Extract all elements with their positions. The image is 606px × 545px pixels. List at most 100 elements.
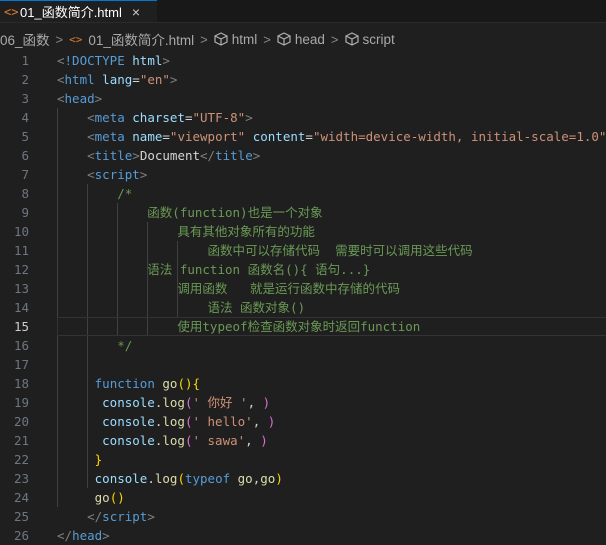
code-token: > bbox=[162, 53, 170, 68]
line-number: 2 bbox=[21, 72, 29, 87]
code-token: log bbox=[154, 471, 178, 486]
line-number: 12 bbox=[13, 262, 29, 277]
code-token: > bbox=[252, 148, 261, 163]
code-token: ) bbox=[260, 433, 268, 448]
breadcrumb-file[interactable]: <> 01_函数简介.html bbox=[69, 29, 194, 49]
code-token: > bbox=[245, 110, 253, 125]
code-token: "viewport" bbox=[169, 129, 246, 144]
code-line[interactable]: 24 go() bbox=[0, 488, 606, 507]
code-line[interactable]: 14 语法 函数对象() bbox=[0, 298, 606, 317]
code-token: console bbox=[102, 414, 155, 429]
code-line[interactable]: 12 语法 function 函数名(){ 语句...} bbox=[0, 260, 606, 279]
breadcrumb-head[interactable]: head bbox=[277, 32, 325, 47]
close-icon[interactable]: × bbox=[132, 4, 140, 20]
code-line[interactable]: 7 <script> bbox=[0, 165, 606, 184]
code-text: console.log(' sawa', ) bbox=[57, 431, 268, 450]
breadcrumb-html[interactable]: html bbox=[214, 31, 258, 47]
editor-tab-active[interactable]: <> 01_函数简介.html × bbox=[0, 0, 157, 22]
code-token: script bbox=[94, 167, 140, 182]
code-token: title bbox=[94, 148, 133, 163]
line-number: 24 bbox=[13, 490, 29, 505]
code-token: < bbox=[87, 110, 95, 125]
code-line[interactable]: 19 console.log(' 你好 ', ) bbox=[0, 393, 606, 412]
code-line[interactable]: 5 <meta name="viewport" content="width=d… bbox=[0, 127, 606, 146]
code-token: console bbox=[102, 395, 155, 410]
code-token: meta bbox=[94, 110, 125, 125]
chevron-right-icon: > bbox=[55, 31, 64, 47]
code-line[interactable]: 22 } bbox=[0, 450, 606, 469]
code-text: </head> bbox=[57, 526, 110, 545]
element-cube-icon bbox=[344, 32, 359, 46]
code-token: > bbox=[169, 72, 178, 87]
code-token: = bbox=[305, 129, 313, 144]
code-line[interactable]: 2 <html lang="en"> bbox=[0, 70, 606, 89]
breadcrumb-html-label: html bbox=[231, 31, 258, 47]
code-line[interactable]: 10 具有其他对象所有的功能 bbox=[0, 222, 606, 241]
code-line[interactable]: 21 console.log(' sawa', ) bbox=[0, 431, 606, 450]
code-token: charset bbox=[132, 110, 185, 125]
code-token: 函数中可以存储代码 需要时可以调用这些代码 bbox=[57, 243, 473, 258]
line-number: 8 bbox=[21, 186, 29, 201]
code-token: < bbox=[87, 148, 95, 163]
element-cube-icon bbox=[214, 32, 228, 46]
code-line[interactable]: 4 <meta charset="UTF-8"> bbox=[0, 108, 606, 127]
code-line[interactable]: 11 函数中可以存储代码 需要时可以调用这些代码 bbox=[0, 241, 606, 260]
code-line[interactable]: 26 </head> bbox=[0, 526, 606, 545]
code-token: > bbox=[147, 509, 155, 524]
line-number: 9 bbox=[21, 205, 29, 220]
code-token: ) bbox=[262, 395, 271, 410]
code-text: 函数(function)也是一个对象 bbox=[57, 203, 322, 222]
code-token: log bbox=[162, 433, 185, 448]
code-line[interactable]: 15 使用typeof检查函数对象时返回function bbox=[0, 317, 606, 336]
code-line[interactable]: 6 <title>Document</title> bbox=[0, 146, 606, 165]
code-token: . bbox=[147, 471, 155, 486]
code-token: name bbox=[132, 129, 163, 144]
code-line[interactable]: 23 console.log(typeof go,go) bbox=[0, 469, 606, 488]
code-token: go bbox=[237, 471, 253, 486]
code-editor[interactable]: 1 <!DOCTYPE html> 2 <html lang="en"> 3 <head>… bbox=[0, 51, 606, 543]
code-line[interactable]: 9 函数(function)也是一个对象 bbox=[0, 203, 606, 222]
html-file-icon: <> bbox=[4, 4, 19, 19]
html-file-icon: <> bbox=[69, 32, 83, 46]
code-line[interactable]: 13 调用函数 就是运行函数中存储的代码 bbox=[0, 279, 606, 298]
code-token: 语法 function 函数名(){ 语句...} bbox=[57, 262, 371, 277]
code-token: meta bbox=[94, 129, 125, 144]
code-token: lang bbox=[102, 72, 133, 87]
line-number: 22 bbox=[13, 452, 29, 467]
code-line[interactable]: 3 <head> bbox=[0, 89, 606, 108]
code-text: <html lang="en"> bbox=[57, 70, 177, 89]
line-number: 11 bbox=[13, 243, 29, 258]
code-token: ) bbox=[275, 471, 283, 486]
code-text: <meta charset="UTF-8"> bbox=[57, 108, 253, 127]
line-number: 1 bbox=[21, 53, 29, 68]
code-line[interactable]: 16 */ bbox=[0, 336, 606, 355]
code-line[interactable]: 25 </script> bbox=[0, 507, 606, 526]
code-token: go bbox=[260, 471, 276, 486]
code-token: </ bbox=[200, 148, 216, 163]
code-line[interactable]: 17 bbox=[0, 355, 606, 374]
code-token: 语法 函数对象() bbox=[57, 300, 306, 315]
code-token: > bbox=[132, 148, 140, 163]
code-token: ( bbox=[177, 471, 185, 486]
code-text: 使用typeof检查函数对象时返回function bbox=[57, 317, 420, 336]
code-token: , bbox=[245, 433, 261, 448]
code-line[interactable]: 18 function go(){ bbox=[0, 374, 606, 393]
line-number: 17 bbox=[13, 357, 29, 372]
code-token: ' 你好 ' bbox=[192, 395, 248, 410]
code-token: () bbox=[177, 376, 193, 391]
code-text: */ bbox=[57, 336, 132, 355]
breadcrumb-script[interactable]: script bbox=[344, 32, 395, 47]
breadcrumb-folder[interactable]: 06_函数 bbox=[0, 29, 50, 49]
code-line[interactable]: 1 <!DOCTYPE html> bbox=[0, 51, 606, 70]
code-text: /* bbox=[57, 184, 132, 203]
code-token: = bbox=[184, 110, 193, 125]
code-line[interactable]: 8 /* bbox=[0, 184, 606, 203]
code-line[interactable]: 20 console.log(' hello', ) bbox=[0, 412, 606, 431]
code-text: <meta name="viewport" content="width=dev… bbox=[57, 127, 606, 146]
code-token: { bbox=[192, 376, 201, 391]
